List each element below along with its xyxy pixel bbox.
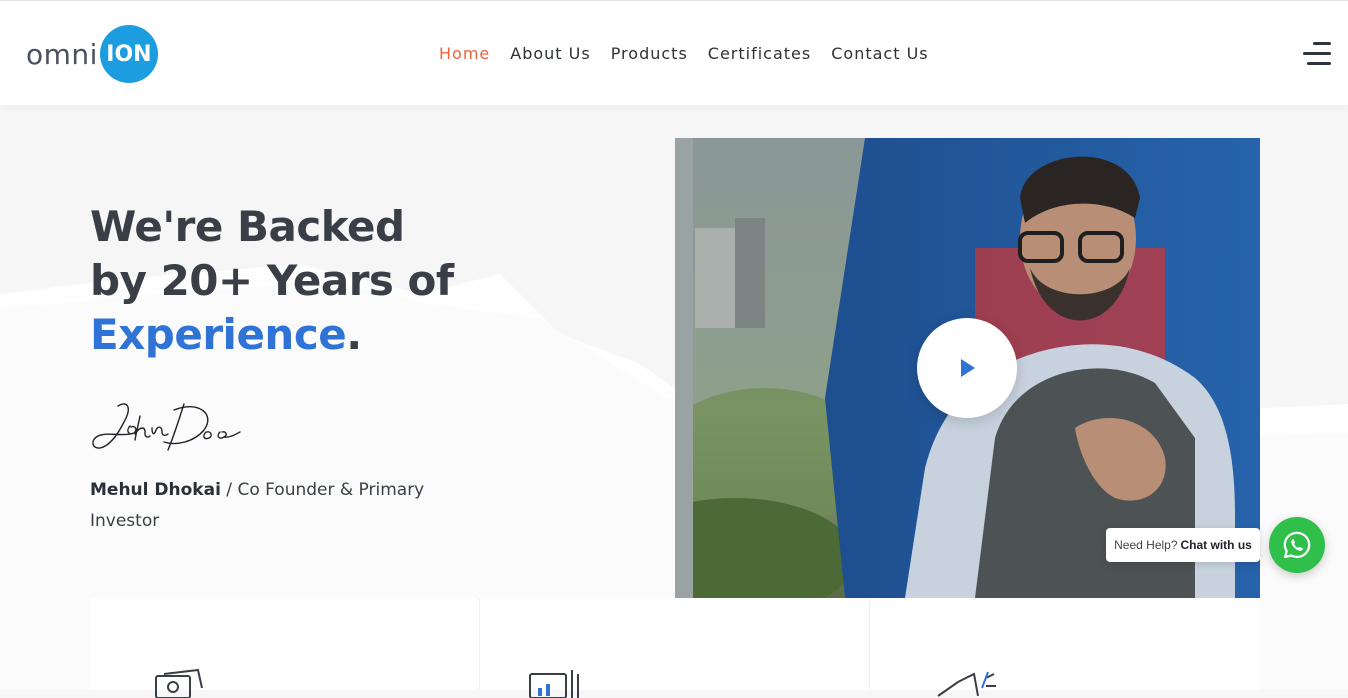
founder-separator: /: [220, 480, 238, 500]
feature-card: [90, 598, 479, 698]
play-icon: [961, 359, 975, 377]
founder-name: Mehul Dhokai: [90, 480, 221, 500]
megaphone-icon: [937, 671, 996, 697]
whatsapp-button[interactable]: [1269, 517, 1325, 573]
main-nav: Home About Us Products Certificates Cont…: [439, 44, 949, 64]
nav-home[interactable]: Home: [439, 44, 490, 64]
money-icon: [155, 668, 203, 698]
nav-products[interactable]: Products: [611, 44, 688, 64]
hamburger-icon[interactable]: [1303, 41, 1331, 67]
headline-period: .: [346, 310, 362, 359]
play-button[interactable]: [917, 318, 1017, 418]
feature-cards: [90, 598, 1259, 698]
founder-credit: Mehul Dhokai / Co Founder & Primary Inve…: [90, 475, 450, 537]
logo-badge: ION: [99, 25, 158, 83]
nav-certificates[interactable]: Certificates: [708, 44, 811, 64]
site-header: omni ION Home About Us Products Certific…: [0, 0, 1348, 105]
chat-prompt[interactable]: Need Help? Chat with us: [1106, 528, 1260, 562]
hero-headline: We're Backed by 20+ Years of Experience.: [90, 200, 454, 362]
whatsapp-icon: [1283, 531, 1311, 559]
nav-contact-us[interactable]: Contact Us: [831, 44, 928, 64]
founder-signature: [92, 403, 241, 451]
headline-line-1: We're Backed: [90, 202, 405, 251]
feature-card: [479, 598, 869, 698]
headline-line-2: by 20+ Years of: [90, 256, 454, 305]
logo-text: omni: [26, 37, 98, 71]
chart-document-icon: [529, 670, 579, 698]
chat-cta: Chat with us: [1180, 538, 1252, 552]
headline-accent: Experience: [90, 310, 347, 359]
brand-logo[interactable]: omni ION: [26, 24, 158, 84]
nav-about-us[interactable]: About Us: [510, 44, 590, 64]
chat-prompt-text: Need Help?: [1114, 538, 1178, 552]
feature-card: [869, 598, 1259, 697]
